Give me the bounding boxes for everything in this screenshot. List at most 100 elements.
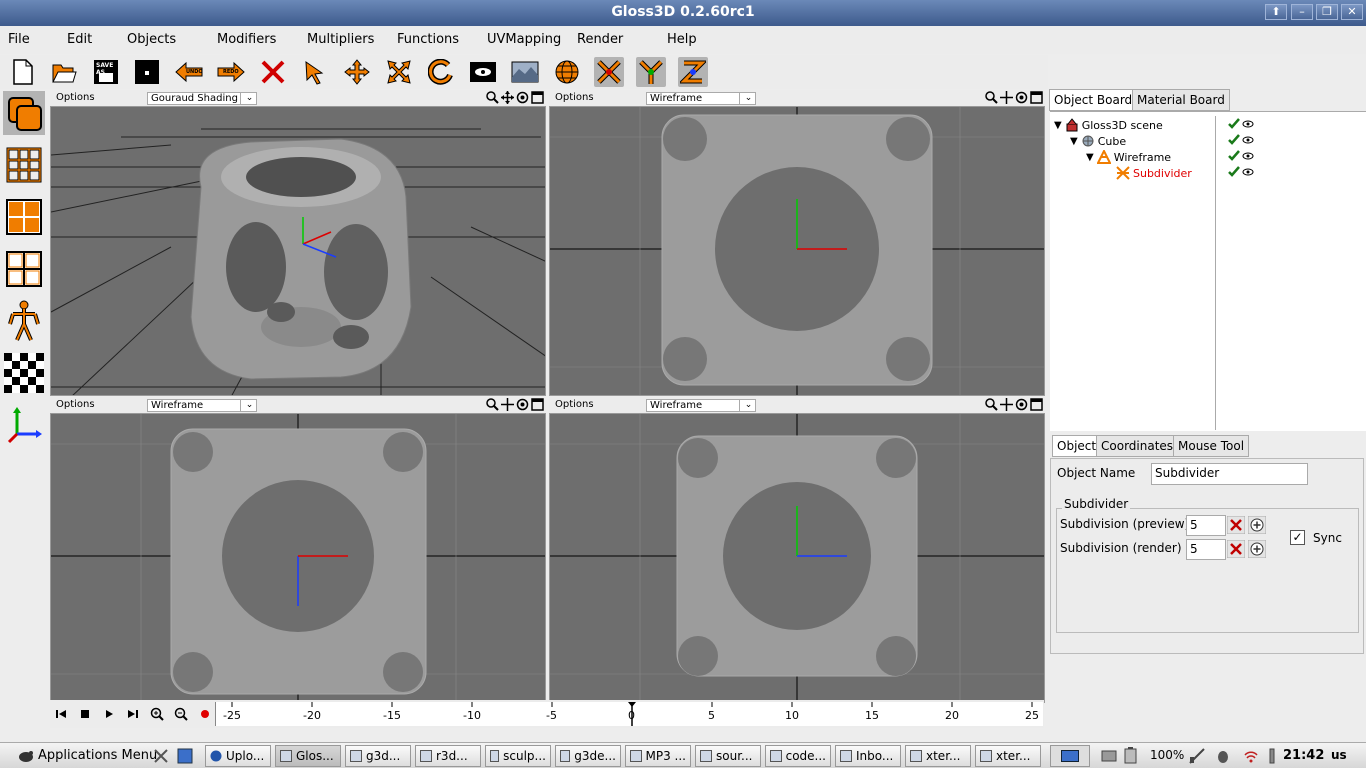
check-icon[interactable]: [1228, 134, 1240, 145]
viewport-perspective[interactable]: Options Gouraud Shading ⌄: [50, 90, 546, 396]
go-start-button[interactable]: [53, 706, 69, 722]
viewport-top[interactable]: Options Wireframe ⌄: [549, 90, 1045, 396]
menu-file[interactable]: File: [8, 32, 30, 47]
window-minimize-button[interactable]: –: [1291, 4, 1313, 20]
settings-tools-icon[interactable]: [152, 747, 170, 765]
viewport-options-menu[interactable]: Options: [555, 399, 594, 410]
axis-mode-button[interactable]: [3, 403, 45, 447]
eye-icon[interactable]: [1242, 150, 1254, 161]
save-button[interactable]: [132, 57, 162, 87]
chevron-down-icon[interactable]: ⌄: [240, 92, 258, 105]
timeline-ruler[interactable]: -25 -20 -15 -10 -5 0 5 10 15 20 25: [215, 702, 1043, 726]
menu-help[interactable]: Help: [667, 32, 697, 47]
viewport-front[interactable]: Options Wireframe ⌄: [50, 397, 546, 703]
volume-icon[interactable]: [1264, 747, 1280, 765]
play-button[interactable]: [101, 706, 117, 722]
new-file-button[interactable]: [8, 57, 38, 87]
axis-y-toggle[interactable]: [636, 57, 666, 87]
network-icon[interactable]: [1188, 747, 1206, 765]
check-icon[interactable]: [1228, 150, 1240, 161]
perspective-canvas[interactable]: [50, 106, 546, 396]
timeline-zoom-out-button[interactable]: [173, 706, 189, 722]
keyboard-layout[interactable]: us: [1331, 748, 1347, 762]
task-button[interactable]: Inbo...: [835, 745, 901, 767]
pan-icon[interactable]: [1000, 91, 1013, 104]
task-button[interactable]: sculp...: [485, 745, 551, 767]
zoom-icon[interactable]: [985, 398, 998, 411]
maximize-view-icon[interactable]: [1030, 398, 1043, 411]
workspace-switcher[interactable]: [1050, 745, 1090, 767]
expander-icon[interactable]: ▼: [1070, 136, 1078, 147]
viewport-options-menu[interactable]: Options: [56, 92, 95, 103]
viewport-options-menu[interactable]: Options: [555, 92, 594, 103]
axis-z-toggle[interactable]: [678, 57, 708, 87]
sync-checkbox[interactable]: ✓: [1290, 530, 1305, 545]
render-to-file-button[interactable]: [510, 57, 540, 87]
maximize-view-icon[interactable]: [531, 398, 544, 411]
tab-material-board[interactable]: Material Board: [1132, 89, 1230, 111]
move-tool-button[interactable]: [342, 57, 372, 87]
tab-mouse-tool[interactable]: Mouse Tool: [1173, 435, 1250, 457]
top-view-canvas[interactable]: [549, 106, 1045, 396]
side-view-canvas[interactable]: [549, 413, 1045, 703]
zoom-icon[interactable]: [985, 91, 998, 104]
delete-button[interactable]: [258, 57, 288, 87]
tree-item-cube[interactable]: ▼ Cube: [1070, 133, 1126, 149]
zoom-icon[interactable]: [486, 91, 499, 104]
menu-multipliers[interactable]: Multipliers: [307, 32, 374, 47]
check-icon[interactable]: [1228, 118, 1240, 129]
pan-icon[interactable]: [501, 91, 514, 104]
front-view-canvas[interactable]: [50, 413, 546, 703]
tree-item-subdivider[interactable]: Subdivider: [1116, 165, 1192, 181]
tab-object[interactable]: Object: [1052, 435, 1102, 457]
subdivision-preview-input[interactable]: 5: [1186, 515, 1226, 536]
face-mode-button[interactable]: [3, 195, 45, 239]
window-close-button[interactable]: ✕: [1341, 4, 1363, 20]
task-button[interactable]: g3de...: [555, 745, 621, 767]
edge-mode-button[interactable]: [3, 247, 45, 291]
zoom-icon[interactable]: [486, 398, 499, 411]
redo-button[interactable]: REDO: [216, 57, 246, 87]
record-button[interactable]: [197, 706, 213, 722]
save-as-button[interactable]: SAVE AS: [91, 57, 121, 87]
task-button[interactable]: g3d...: [345, 745, 411, 767]
menu-objects[interactable]: Objects: [127, 32, 176, 47]
clear-icon[interactable]: [1227, 516, 1245, 534]
applications-menu-button[interactable]: Applications Menu: [18, 748, 157, 763]
menu-uvmapping[interactable]: UVMapping: [487, 32, 561, 47]
wifi-icon[interactable]: [1242, 747, 1260, 765]
vertex-mode-button[interactable]: [3, 143, 45, 187]
eye-icon[interactable]: [1242, 166, 1254, 177]
orbit-icon[interactable]: [516, 91, 529, 104]
orbit-icon[interactable]: [1015, 398, 1028, 411]
orbit-icon[interactable]: [1015, 91, 1028, 104]
expander-icon[interactable]: ▼: [1054, 120, 1062, 131]
axis-x-toggle[interactable]: [594, 57, 624, 87]
viewport-options-menu[interactable]: Options: [56, 399, 95, 410]
menu-functions[interactable]: Functions: [397, 32, 459, 47]
window-shade-button[interactable]: ⬆: [1265, 4, 1287, 20]
object-mode-button[interactable]: [3, 91, 45, 135]
menu-render[interactable]: Render: [577, 32, 623, 47]
task-button[interactable]: Uplo...: [205, 745, 271, 767]
chevron-down-icon[interactable]: ⌄: [739, 92, 757, 105]
increment-icon[interactable]: [1248, 540, 1266, 558]
check-icon[interactable]: [1228, 166, 1240, 177]
window-maximize-button[interactable]: ❐: [1316, 4, 1338, 20]
task-button[interactable]: xter...: [905, 745, 971, 767]
maximize-view-icon[interactable]: [531, 91, 544, 104]
pick-tool-button[interactable]: [300, 57, 330, 87]
tree-item-scene[interactable]: ▼ Gloss3D scene: [1054, 117, 1163, 133]
task-button[interactable]: code...: [765, 745, 831, 767]
tab-object-board[interactable]: Object Board: [1049, 89, 1138, 111]
timeline-zoom-in-button[interactable]: [149, 706, 165, 722]
maximize-view-icon[interactable]: [1030, 91, 1043, 104]
screenshot-icon[interactable]: [1100, 747, 1118, 765]
clear-icon[interactable]: [1227, 540, 1245, 558]
tree-item-wireframe[interactable]: ▼ Wireframe: [1086, 149, 1171, 165]
rotate-tool-button[interactable]: [426, 57, 456, 87]
task-button[interactable]: xter...: [975, 745, 1041, 767]
scale-tool-button[interactable]: [384, 57, 414, 87]
task-button[interactable]: MP3 ...: [625, 745, 691, 767]
pan-icon[interactable]: [501, 398, 514, 411]
